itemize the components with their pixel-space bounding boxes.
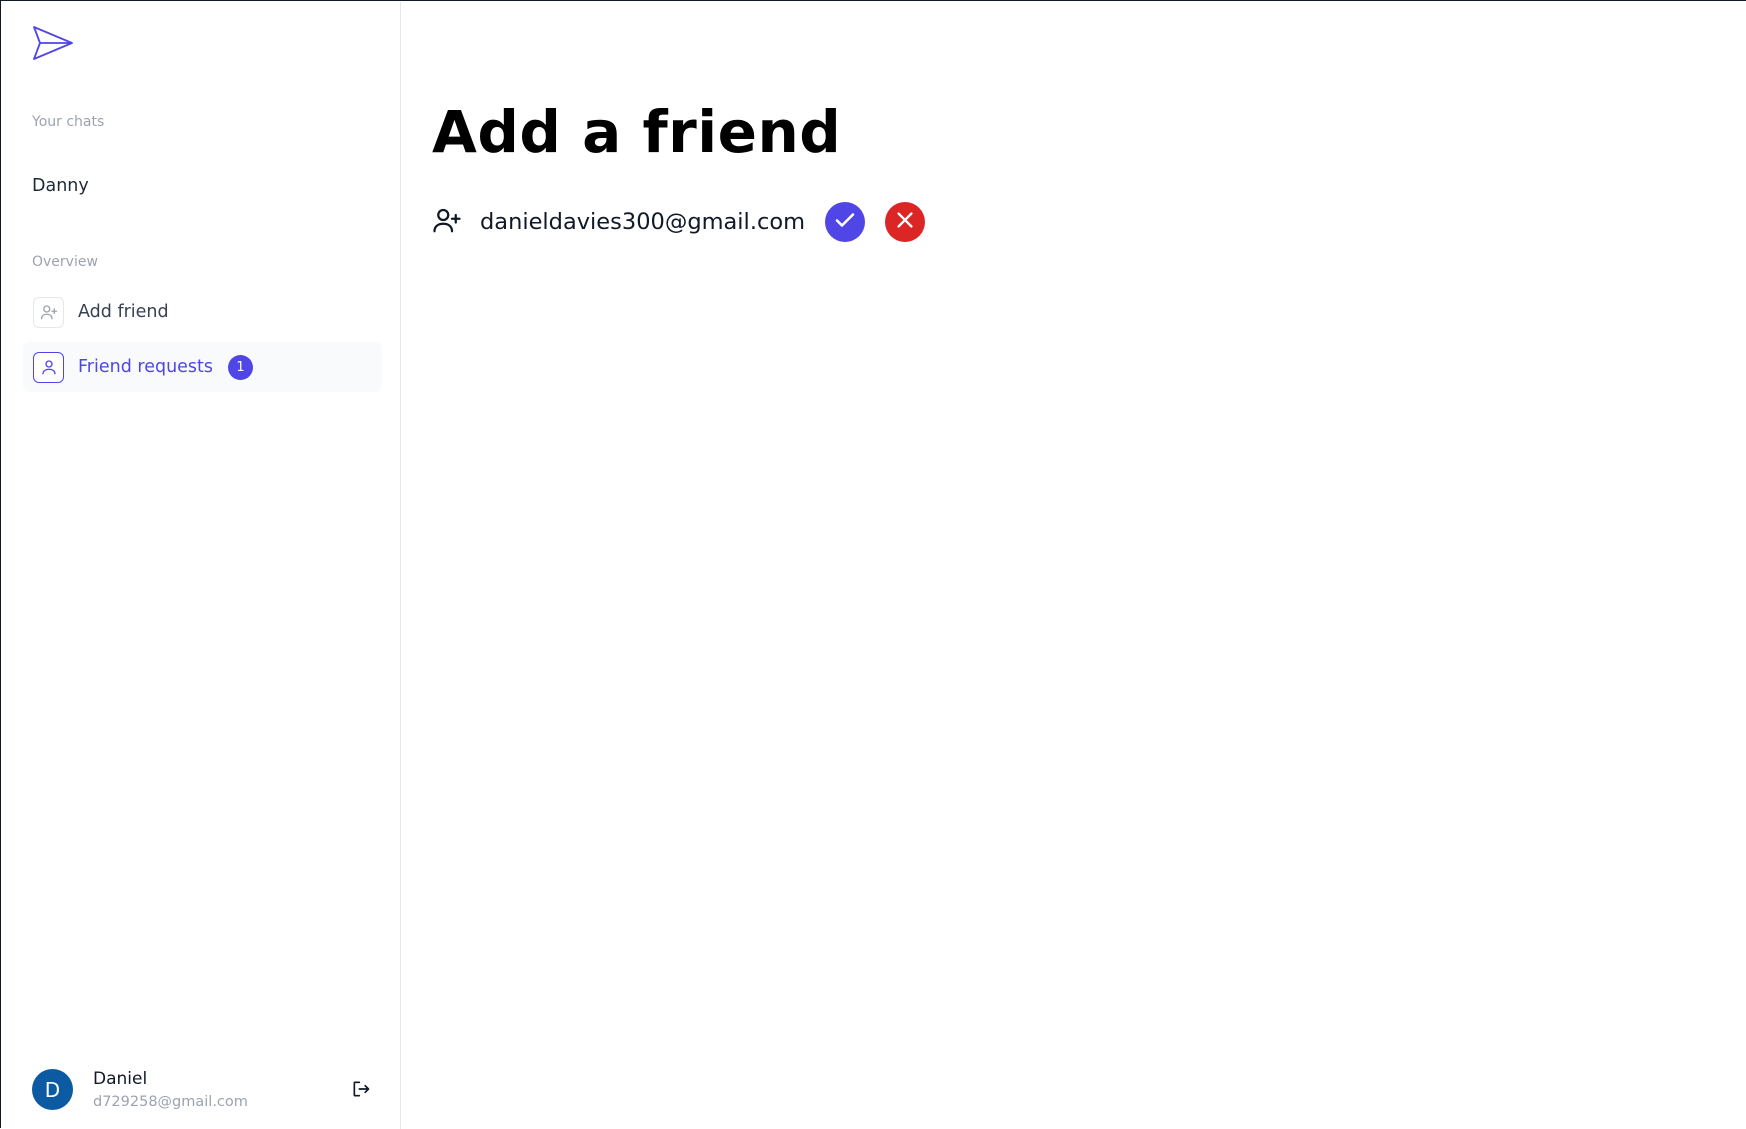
- chat-item-danny[interactable]: Danny: [32, 176, 89, 196]
- profile-text: Daniel d729258@gmail.com: [93, 1069, 248, 1110]
- your-chats-label: Your chats: [32, 114, 105, 130]
- accept-request-button[interactable]: [825, 202, 866, 242]
- deny-request-button[interactable]: [885, 202, 926, 242]
- user-plus-icon: [33, 296, 64, 328]
- nav-item-add-friend[interactable]: Add friend: [23, 287, 382, 337]
- overview-label: Overview: [32, 254, 98, 270]
- main-content: Add a friend danieldavies300@gmail.com: [402, 2, 1746, 1129]
- sidebar: Your chats Danny Overview Add friend Fri…: [2, 2, 401, 1129]
- friend-requests-count-badge: 1: [228, 354, 254, 380]
- nav-item-friend-requests[interactable]: Friend requests 1: [23, 342, 382, 392]
- avatar: D: [32, 1069, 73, 1110]
- profile-email: d729258@gmail.com: [93, 1094, 248, 1110]
- profile-name: Daniel: [93, 1069, 148, 1089]
- user-profile: D Daniel d729258@gmail.com: [32, 1069, 248, 1110]
- user-icon: [33, 351, 64, 383]
- user-plus-icon: [432, 205, 462, 239]
- paper-plane-icon[interactable]: [32, 24, 74, 62]
- nav-label-friend-requests: Friend requests: [78, 357, 214, 377]
- check-icon: [833, 208, 857, 236]
- nav-label-add-friend: Add friend: [78, 302, 169, 322]
- friend-request-row: danieldavies300@gmail.com: [432, 202, 926, 242]
- app-window: Your chats Danny Overview Add friend Fri…: [0, 0, 1746, 1129]
- sign-out-button[interactable]: [346, 1079, 376, 1103]
- sign-out-icon: [351, 1079, 371, 1103]
- page-title: Add a friend: [432, 98, 842, 166]
- request-email: danieldavies300@gmail.com: [480, 209, 806, 235]
- close-icon: [894, 209, 916, 235]
